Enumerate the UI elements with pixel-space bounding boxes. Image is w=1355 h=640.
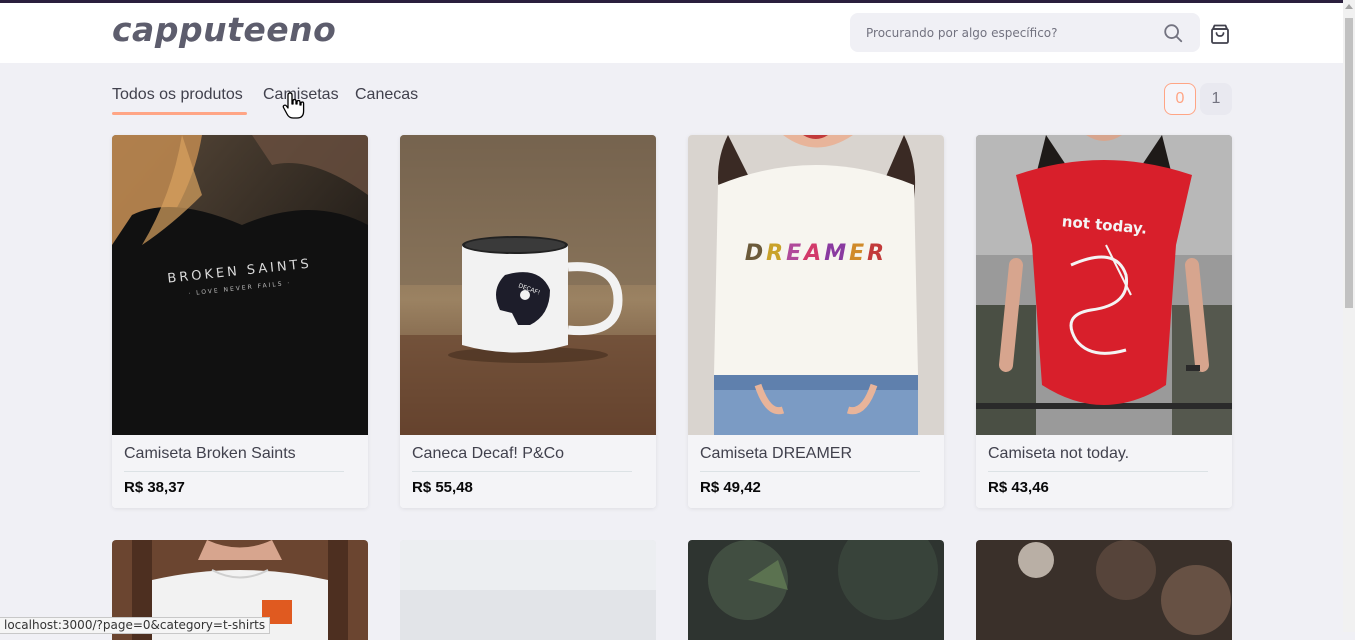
product-card[interactable]: DREAMER Camiseta DREAMER R$ 49,42 xyxy=(688,135,944,508)
product-name[interactable]: Camiseta Broken Saints xyxy=(124,445,296,463)
product-image[interactable]: not today. xyxy=(976,135,1232,435)
product-image[interactable]: DECAF! xyxy=(400,135,656,435)
product-image[interactable] xyxy=(400,540,656,640)
product-info: Camiseta DREAMER R$ 49,42 xyxy=(688,435,944,508)
product-price: R$ 38,37 xyxy=(124,479,185,496)
search-input[interactable] xyxy=(850,13,1156,52)
page-scrollbar[interactable] xyxy=(1343,0,1355,632)
product-price: R$ 55,48 xyxy=(412,479,473,496)
shopping-bag-icon[interactable] xyxy=(1208,22,1232,46)
product-card[interactable]: BROKEN SAINTS · LOVE NEVER FAILS · Camis… xyxy=(112,135,368,508)
product-price: R$ 43,46 xyxy=(988,479,1049,496)
svg-text:DREAMER: DREAMER xyxy=(745,241,887,266)
divider xyxy=(412,471,632,472)
site-header: capputeeno xyxy=(0,3,1343,63)
search-icon[interactable] xyxy=(1162,22,1184,44)
product-info: Caneca Decaf! P&Co R$ 55,48 xyxy=(400,435,656,508)
product-card[interactable]: not today. Camiseta not today. R$ 43,46 xyxy=(976,135,1232,508)
hand-pointer-cursor-icon xyxy=(282,92,305,119)
product-image[interactable]: DREAMER xyxy=(688,135,944,435)
active-tab-indicator xyxy=(112,112,247,115)
tab-all-products[interactable]: Todos os produtos xyxy=(112,84,243,106)
product-image[interactable] xyxy=(688,540,944,640)
product-name[interactable]: Camiseta not today. xyxy=(988,445,1129,463)
page-button-0[interactable]: 0 xyxy=(1164,83,1196,115)
product-info: Camiseta not today. R$ 43,46 xyxy=(976,435,1232,508)
product-info: Camiseta Broken Saints R$ 38,37 xyxy=(112,435,368,508)
product-card[interactable]: DECAF! Caneca Decaf! P&Co R$ 55,48 xyxy=(400,135,656,508)
brand-logo[interactable]: capputeeno xyxy=(112,9,336,51)
scroll-up-arrow-icon[interactable] xyxy=(1345,4,1353,9)
scroll-thumb[interactable] xyxy=(1345,18,1353,308)
browser-status-url: localhost:3000/?page=0&category=t-shirts xyxy=(0,617,271,634)
divider xyxy=(988,471,1208,472)
divider xyxy=(700,471,920,472)
product-image[interactable] xyxy=(976,540,1232,640)
product-price: R$ 49,42 xyxy=(700,479,761,496)
product-name[interactable]: Caneca Decaf! P&Co xyxy=(412,445,564,463)
search-box[interactable] xyxy=(850,13,1200,52)
product-image[interactable]: BROKEN SAINTS · LOVE NEVER FAILS · xyxy=(112,135,368,435)
page-button-1[interactable]: 1 xyxy=(1200,83,1232,115)
tab-mugs[interactable]: Canecas xyxy=(355,84,418,106)
divider xyxy=(124,471,344,472)
product-name[interactable]: Camiseta DREAMER xyxy=(700,445,852,463)
